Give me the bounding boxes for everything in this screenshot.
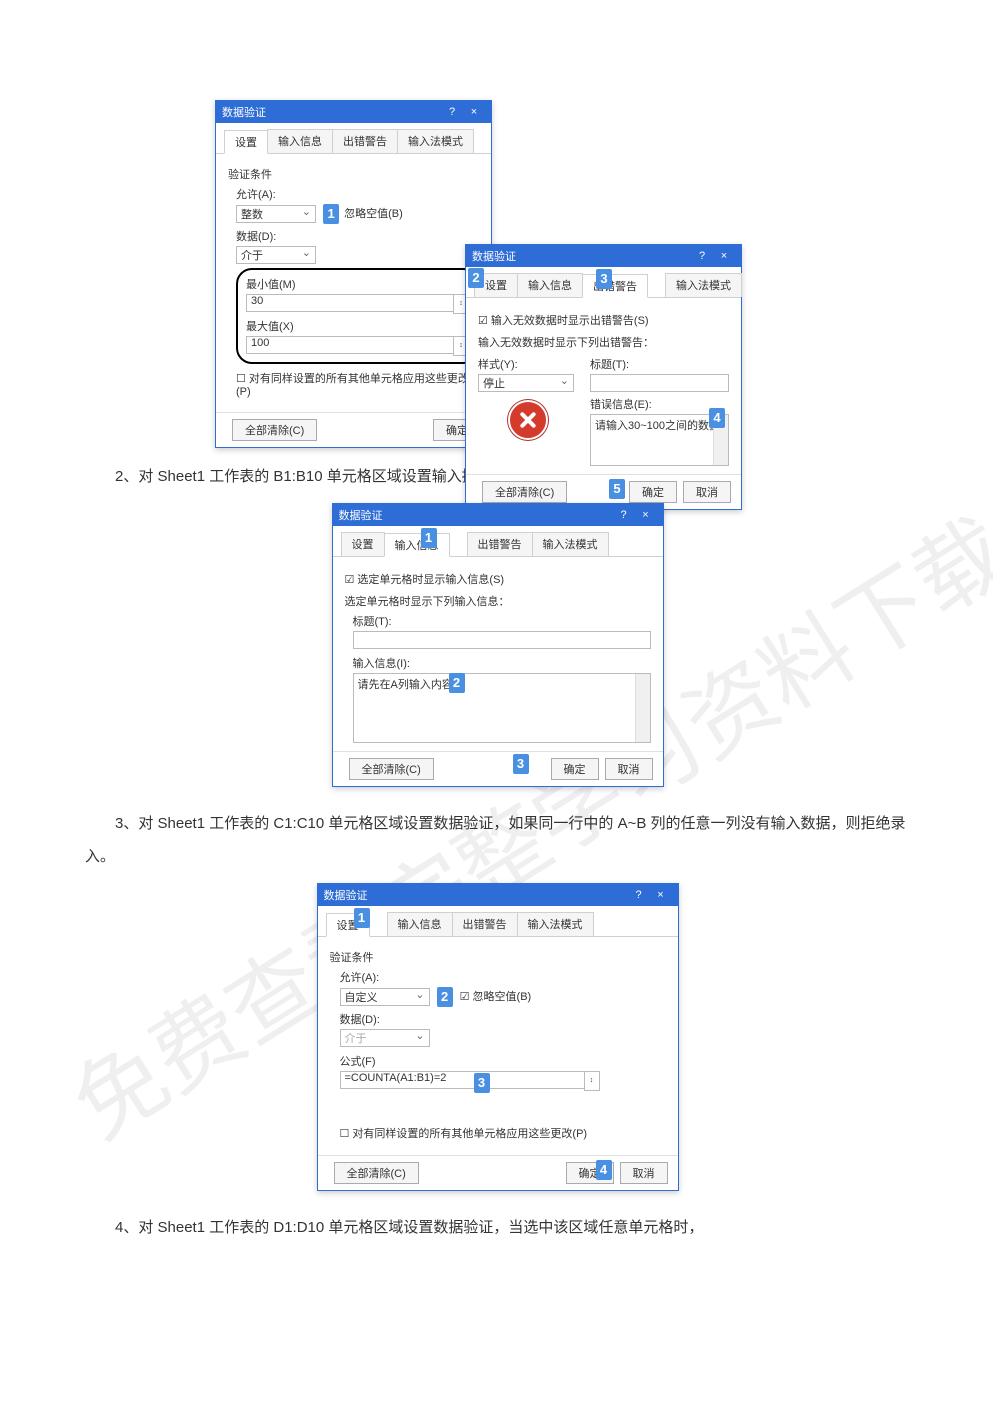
apply-same-label: 对有同样设置的所有其他单元格应用这些更改(P) (236, 373, 469, 398)
callout-3: 3 (513, 754, 529, 774)
max-label: 最大值(X) (246, 318, 469, 334)
data-validation-dialog-settings: 数据验证 ? × 设置 输入信息 出错警告 输入法模式 验证条件 允许(A): … (215, 100, 492, 448)
data-select: 介于 (340, 1029, 430, 1047)
close-icon[interactable]: × (463, 106, 485, 118)
show-alert-label: 输入无效数据时显示出错警告(S) (491, 315, 649, 327)
tab-input-msg[interactable]: 输入信息 (517, 273, 583, 297)
show-input-checkbox[interactable]: ☑ 选定单元格时显示输入信息(S) (345, 571, 651, 587)
clear-all-button[interactable]: 全部清除(C) (334, 1162, 419, 1184)
help-icon[interactable]: ? (441, 106, 463, 118)
tab-input-msg[interactable]: 输入信息 (267, 129, 333, 153)
close-icon[interactable]: × (650, 889, 672, 901)
ok-button[interactable]: 确定 (629, 481, 677, 503)
callout-2: 2 (437, 987, 453, 1007)
tab-error-alert[interactable]: 出错警告 (467, 532, 533, 556)
tab-settings[interactable]: 设置 (224, 130, 268, 154)
dialog-title: 数据验证 (222, 104, 441, 120)
callout-3: 3 (474, 1073, 490, 1093)
section-label: 验证条件 (330, 949, 666, 965)
paragraph-4: 4、对 Sheet1 工作表的 D1:D10 单元格区域设置数据验证，当选中该区… (85, 1211, 908, 1244)
tab-ime[interactable]: 输入法模式 (532, 532, 609, 556)
section-label: 验证条件 (228, 166, 479, 182)
callout-1: 1 (421, 528, 437, 548)
data-select[interactable]: 介于 (236, 246, 316, 264)
close-icon[interactable]: × (713, 250, 735, 262)
min-label: 最小值(M) (246, 276, 469, 292)
subtitle: 选定单元格时显示下列输入信息： (345, 593, 651, 609)
data-validation-dialog-error: 数据验证 ? × 设置 输入信息 出错警告 3 输入法模式 ☑ 输入无效数据时显… (465, 244, 742, 510)
ignore-blank-label: 忽略空值(B) (473, 991, 532, 1003)
apply-same-checkbox[interactable]: ☐ 对有同样设置的所有其他单元格应用这些更改(P) (236, 370, 479, 398)
error-title-label: 标题(T): (590, 356, 729, 372)
allow-select[interactable]: 自定义 (340, 988, 430, 1006)
callout-5: 5 (609, 479, 625, 499)
apply-same-label: 对有同样设置的所有其他单元格应用这些更改(P) (352, 1128, 587, 1140)
stop-icon (508, 400, 548, 440)
callout-1: 1 (323, 204, 339, 224)
dialog-title: 数据验证 (339, 507, 613, 523)
ignore-blank-label: 忽略空值(B) (344, 208, 403, 220)
apply-same-checkbox[interactable]: ☐ 对有同样设置的所有其他单元格应用这些更改(P) (340, 1125, 666, 1141)
clear-all-button[interactable]: 全部清除(C) (349, 758, 434, 780)
callout-3: 3 (596, 269, 612, 289)
input-msg-text: 请先在A列输入内容 (358, 679, 453, 691)
callout-4: 4 (596, 1160, 612, 1180)
input-title-input[interactable] (353, 631, 651, 649)
allow-label: 允许(A): (340, 969, 666, 985)
cancel-button[interactable]: 取消 (605, 758, 653, 780)
data-label: 数据(D): (236, 228, 479, 244)
callout-2: 2 (449, 673, 465, 693)
subtitle: 输入无效数据时显示下列出错警告： (478, 334, 729, 350)
tab-input-msg[interactable]: 输入信息 (384, 533, 450, 557)
formula-label: 公式(F) (340, 1053, 666, 1069)
ok-button[interactable]: 确定 (551, 758, 599, 780)
help-icon[interactable]: ? (691, 250, 713, 262)
clear-all-button[interactable]: 全部清除(C) (232, 419, 317, 441)
tab-input-msg[interactable]: 输入信息 (387, 912, 453, 936)
style-label: 样式(Y): (478, 356, 578, 372)
data-label: 数据(D): (340, 1011, 666, 1027)
min-input[interactable]: 30 (246, 294, 454, 312)
data-validation-dialog-inputmsg: 数据验证 ? × 设置 输入信息 1 出错警告 输入法模式 ☑ 选定单元格时显示… (332, 503, 664, 787)
tab-ime[interactable]: 输入法模式 (397, 129, 474, 153)
clear-all-button[interactable]: 全部清除(C) (482, 481, 567, 503)
formula-input[interactable]: =COUNTA(A1:B1)=2 (340, 1071, 585, 1089)
tab-error-alert[interactable]: 出错警告 (582, 274, 648, 298)
error-msg-text: 请输入30~100之间的数据 (595, 420, 720, 432)
show-input-label: 选定单元格时显示输入信息(S) (357, 574, 504, 586)
allow-label: 允许(A): (236, 186, 479, 202)
input-title-label: 标题(T): (353, 613, 651, 629)
dialog-title: 数据验证 (324, 887, 628, 903)
cancel-button[interactable]: 取消 (620, 1162, 668, 1184)
allow-select[interactable]: 整数 (236, 205, 316, 223)
tab-settings[interactable]: 设置 (341, 532, 385, 556)
tab-ime[interactable]: 输入法模式 (517, 912, 594, 936)
callout-4: 4 (709, 408, 725, 428)
dialog-title: 数据验证 (472, 248, 691, 264)
input-msg-label: 输入信息(I): (353, 655, 651, 671)
help-icon[interactable]: ? (613, 509, 635, 521)
minmax-group: 最小值(M) 30 ↕ 最大值(X) 100 ↕ (236, 268, 479, 364)
ref-button[interactable]: ↕ (584, 1071, 600, 1091)
tab-ime[interactable]: 输入法模式 (665, 273, 742, 297)
input-msg-textarea[interactable]: 请先在A列输入内容 (353, 673, 651, 743)
error-title-input[interactable] (590, 374, 729, 392)
cancel-button[interactable]: 取消 (683, 481, 731, 503)
close-icon[interactable]: × (635, 509, 657, 521)
paragraph-3: 3、对 Sheet1 工作表的 C1:C10 单元格区域设置数据验证，如果同一行… (85, 807, 908, 873)
show-alert-checkbox[interactable]: ☑ 输入无效数据时显示出错警告(S) (478, 312, 729, 328)
callout-1: 1 (354, 908, 370, 928)
callout-2: 2 (468, 268, 484, 288)
style-select[interactable]: 停止 (478, 374, 574, 392)
tab-error-alert[interactable]: 出错警告 (332, 129, 398, 153)
tab-error-alert[interactable]: 出错警告 (452, 912, 518, 936)
max-input[interactable]: 100 (246, 336, 454, 354)
data-validation-dialog-custom: 数据验证 ? × 设置 1 输入信息 出错警告 输入法模式 验证条件 允许(A)… (317, 883, 679, 1191)
help-icon[interactable]: ? (628, 889, 650, 901)
